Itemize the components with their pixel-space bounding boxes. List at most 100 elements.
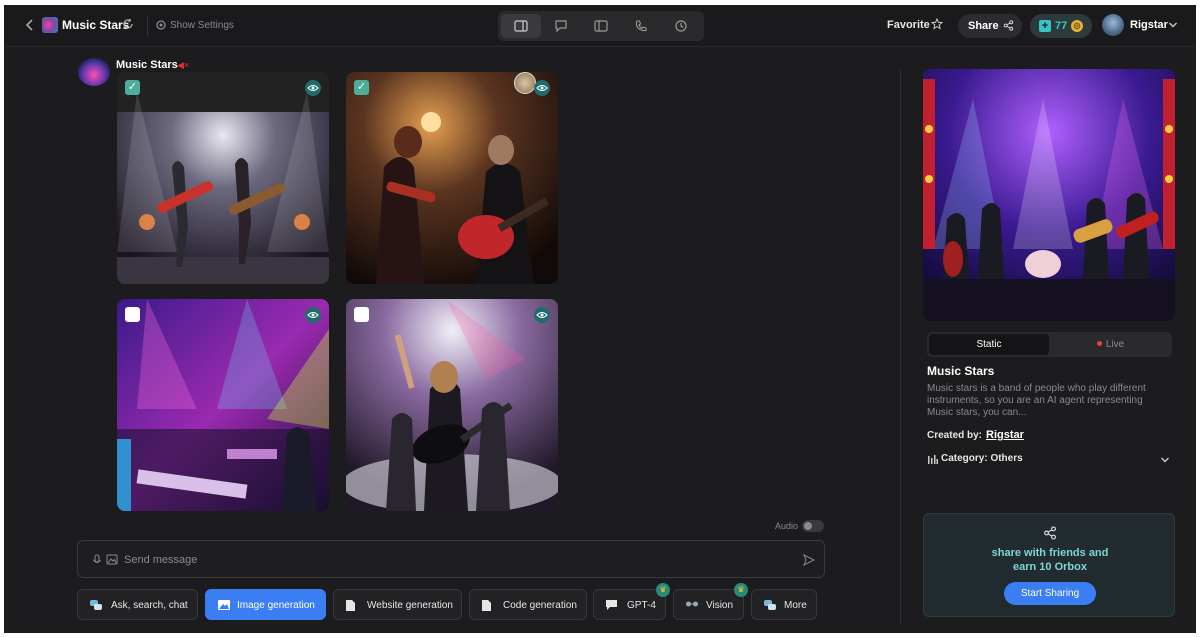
plus-icon: +: [1039, 20, 1051, 32]
crown-icon: ♛: [656, 583, 670, 597]
eye-icon[interactable]: [305, 80, 321, 96]
separator: [147, 16, 148, 36]
eye-icon[interactable]: [305, 307, 321, 323]
promo-text-line-1: share with friends and: [991, 547, 1109, 559]
panel-icon: [594, 20, 608, 32]
chevron-down-icon[interactable]: [1168, 20, 1178, 30]
document-icon: [346, 600, 355, 611]
page-title: Music Stars: [62, 18, 130, 32]
grid-icon: [764, 600, 776, 610]
generated-image-1[interactable]: ✓: [117, 72, 329, 284]
share-icon: [1003, 20, 1014, 31]
concert-stage-image: [923, 69, 1175, 321]
share-icon: [1044, 526, 1056, 540]
select-checkbox-checked[interactable]: ✓: [354, 80, 369, 95]
generated-image-2[interactable]: ✓: [346, 72, 558, 284]
chevron-down-icon[interactable]: [1160, 456, 1170, 464]
tool-label: More: [784, 600, 807, 611]
image-neon-band: [117, 299, 329, 511]
orbox-balance[interactable]: + 77 ◎: [1030, 14, 1092, 38]
static-live-toggle: Static Live: [927, 332, 1172, 357]
bot-avatar: [78, 58, 110, 86]
select-checkbox[interactable]: [354, 307, 369, 322]
user-name[interactable]: Rigstar: [1130, 19, 1168, 31]
tool-label: Vision: [706, 600, 734, 611]
document-icon: [482, 600, 491, 611]
glasses-icon: [686, 601, 698, 607]
history-icon: [675, 20, 687, 32]
back-icon[interactable]: [22, 17, 38, 33]
share-promo-card: share with friends and earn 10 Orbox Sta…: [923, 513, 1175, 617]
bot-description: Music stars is a band of people who play…: [927, 383, 1146, 418]
tool-label: GPT-4: [627, 600, 656, 611]
image-violin-guitar: [346, 72, 558, 284]
tool-label: Image generation: [237, 600, 315, 611]
chat-icon: [90, 600, 102, 610]
chat-view-button[interactable]: [541, 14, 581, 38]
refresh-icon[interactable]: [122, 18, 134, 30]
history-button[interactable]: [661, 14, 701, 38]
bot-cover-image: [923, 69, 1175, 321]
message-input[interactable]: [124, 550, 774, 570]
split-view-button[interactable]: [501, 14, 541, 38]
microphone-icon[interactable]: [92, 554, 102, 566]
favorite-button[interactable]: Favorite: [887, 19, 930, 31]
top-bar: Music Stars Show Settings Favorite Share…: [4, 5, 1196, 47]
equalizer-icon: [928, 455, 938, 464]
category-label: Category: Others: [941, 453, 1023, 464]
chat-bubble-icon: [606, 600, 617, 610]
split-view-icon: [514, 20, 528, 32]
gear-icon[interactable]: [155, 19, 167, 31]
creator-link[interactable]: Rigstar: [986, 429, 1024, 441]
panel-divider: [900, 69, 901, 625]
generated-image-3[interactable]: [117, 299, 329, 511]
share-button[interactable]: Share: [958, 14, 1022, 38]
tool-gpt4[interactable]: GPT-4 ♛: [593, 583, 670, 620]
tool-vision[interactable]: Vision ♛: [673, 583, 748, 620]
star-icon[interactable]: [931, 18, 943, 30]
orbox-count: 77: [1055, 20, 1068, 32]
call-button[interactable]: [621, 14, 661, 38]
eye-icon[interactable]: [534, 80, 550, 96]
tool-more[interactable]: More: [751, 589, 817, 620]
tool-ask-search-chat[interactable]: Ask, search, chat: [77, 589, 198, 620]
view-mode-group: [498, 11, 704, 41]
image-icon: [218, 600, 230, 610]
audio-label: Audio: [775, 521, 799, 531]
eye-icon[interactable]: [534, 307, 550, 323]
start-sharing-button[interactable]: Start Sharing: [1004, 582, 1096, 605]
tab-static[interactable]: Static: [929, 334, 1049, 355]
tool-code-generation[interactable]: Code generation: [469, 589, 587, 620]
bot-name: Music Stars: [116, 59, 178, 71]
image-rock-duo: [117, 72, 329, 284]
user-avatar[interactable]: [1102, 14, 1124, 36]
panel-view-button[interactable]: [581, 14, 621, 38]
send-icon[interactable]: [803, 554, 815, 566]
chat-bubble-icon: [555, 20, 567, 33]
message-composer: [77, 540, 825, 578]
promo-text: share with friends and earn 10 Orbox: [944, 546, 1156, 574]
generated-image-4[interactable]: [346, 299, 558, 511]
select-checkbox[interactable]: [125, 307, 140, 322]
tool-website-generation[interactable]: Website generation: [333, 589, 462, 620]
image-smoke-guitarist: [346, 299, 558, 511]
tool-label: Website generation: [367, 600, 453, 611]
live-dot-icon: [1096, 340, 1102, 346]
tool-label: Ask, search, chat: [111, 600, 188, 611]
select-checkbox-checked[interactable]: ✓: [125, 80, 140, 95]
tab-live-label: Live: [1105, 339, 1125, 350]
tool-image-generation[interactable]: Image generation: [205, 589, 326, 620]
coin-icon: ◎: [1071, 20, 1083, 32]
share-label: Share: [968, 20, 999, 32]
crown-icon: ♛: [734, 583, 748, 597]
image-upload-icon[interactable]: [106, 554, 118, 565]
speaker-icon[interactable]: ◀×: [177, 60, 189, 71]
audio-toggle[interactable]: [802, 520, 824, 532]
app-window: Music Stars Show Settings Favorite Share…: [4, 5, 1196, 633]
bot-avatar-small: [42, 17, 58, 33]
phone-icon: [635, 20, 647, 32]
tab-live[interactable]: Live: [1051, 334, 1170, 355]
show-settings-link[interactable]: Show Settings: [170, 20, 234, 31]
created-by-label: Created by:: [927, 430, 983, 441]
style-badge: [514, 72, 536, 94]
